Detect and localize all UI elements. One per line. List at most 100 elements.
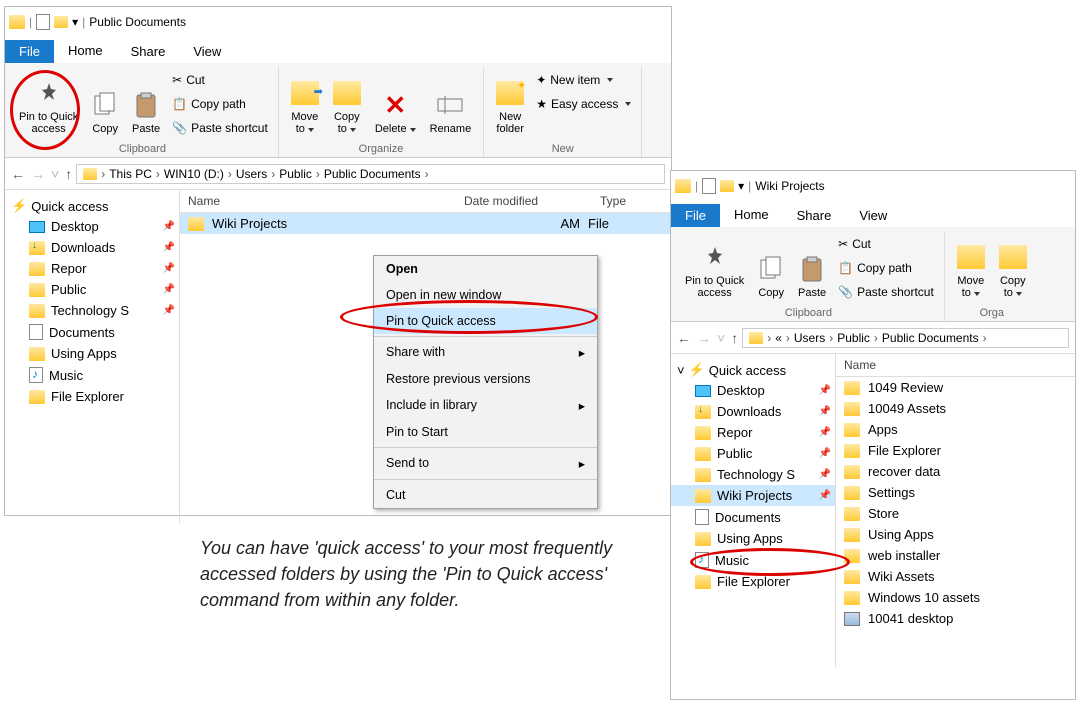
breadcrumb-segment[interactable]: Public Documents [324,167,421,181]
file-row[interactable]: web installer [836,545,1075,566]
menu-share[interactable]: Share [117,40,180,63]
folder-small-icon[interactable] [54,16,68,28]
paste-shortcut-button[interactable]: 📎Paste shortcut [168,117,272,139]
copy-to-button[interactable]: Copy to [327,67,367,139]
nav-item-downloads[interactable]: ↓Downloads📌 [671,401,835,422]
breadcrumb-segment[interactable]: Public [279,167,312,181]
menu-view[interactable]: View [845,204,901,227]
nav-item-repor[interactable]: Repor📌 [5,258,179,279]
address-bar[interactable]: › This PC › WIN10 (D:) › Users › Public … [76,164,665,184]
back-arrow-icon[interactable]: ← [11,166,25,182]
delete-button[interactable]: ✕Delete [369,67,422,139]
nav-item-repor[interactable]: Repor📌 [671,422,835,443]
nav-item-downloads[interactable]: ↓Downloads📌 [5,237,179,258]
breadcrumb-segment[interactable]: « [775,331,782,345]
nav-item-documents[interactable]: Documents [5,321,179,343]
file-row[interactable]: Wiki Projects AM File [180,213,671,234]
doc-icon[interactable] [36,14,50,30]
forward-arrow-icon[interactable]: → [31,166,45,182]
breadcrumb-segment[interactable]: Users [236,167,267,181]
paste-button[interactable]: Paste [126,67,166,139]
chevron-down-icon[interactable]: ˅ [677,363,685,378]
file-row[interactable]: recover data [836,461,1075,482]
breadcrumb-segment[interactable]: This PC [109,167,152,181]
cut-button[interactable]: ✂Cut [834,233,938,255]
pin-quick-access-button[interactable]: Pin to Quick access [13,67,84,139]
context-menu-item[interactable]: Pin to Quick access [374,308,597,334]
breadcrumb-segment[interactable]: Public Documents [882,331,979,345]
context-menu-item[interactable]: Restore previous versions [374,366,597,392]
copy-path-button[interactable]: 📋Copy path [834,257,938,279]
back-arrow-icon[interactable]: ← [677,330,691,346]
new-folder-button[interactable]: ✦New folder [490,67,530,139]
menu-home[interactable]: Home [54,39,117,63]
quick-dropdown-icon[interactable]: ▾ [738,179,744,193]
easy-access-button[interactable]: ★Easy access [532,93,635,115]
file-row[interactable]: 1049 Review [836,377,1075,398]
context-menu-item[interactable]: Share with▸ [374,339,597,366]
menu-file[interactable]: File [671,204,720,227]
nav-item-wiki-projects[interactable]: Wiki Projects📌 [671,485,835,506]
nav-item-technology-s[interactable]: Technology S📌 [5,300,179,321]
rename-button[interactable]: Rename [424,67,478,139]
move-to-button[interactable]: ➡Move to [285,67,325,139]
copy-to-button[interactable]: Copy to [993,231,1033,303]
file-row[interactable]: 10041 desktop [836,608,1075,629]
column-headers[interactable]: NameDate modifiedType [180,190,671,213]
breadcrumb-segment[interactable]: Public [837,331,870,345]
nav-item-using-apps[interactable]: Using Apps [5,343,179,364]
file-row[interactable]: Apps [836,419,1075,440]
folder-small-icon[interactable] [720,180,734,192]
forward-arrow-icon[interactable]: → [697,330,711,346]
quick-access-header[interactable]: ˅⚡Quick access [671,360,835,380]
breadcrumb-segment[interactable]: Users [794,331,825,345]
pin-quick-access-button[interactable]: Pin to Quick access [679,231,750,303]
copy-button[interactable]: Copy [86,67,124,139]
menu-home[interactable]: Home [720,203,783,227]
up-arrow-icon[interactable]: ↑ [65,166,72,182]
nav-item-music[interactable]: Music [671,549,835,571]
column-headers[interactable]: Name [836,354,1075,377]
context-menu-item[interactable]: Send to▸ [374,450,597,477]
nav-item-public[interactable]: Public📌 [671,443,835,464]
up-arrow-icon[interactable]: ↑ [731,330,738,346]
menu-file[interactable]: File [5,40,54,63]
context-menu-item[interactable]: Pin to Start [374,419,597,445]
paste-button[interactable]: Paste [792,231,832,303]
nav-item-file-explorer[interactable]: File Explorer [671,571,835,592]
nav-item-documents[interactable]: Documents [671,506,835,528]
cut-button[interactable]: ✂Cut [168,69,272,91]
menu-share[interactable]: Share [783,204,846,227]
context-menu-item[interactable]: Open [374,256,597,282]
nav-item-music[interactable]: Music [5,364,179,386]
file-row[interactable]: 10049 Assets [836,398,1075,419]
file-row[interactable]: Windows 10 assets [836,587,1075,608]
file-row[interactable]: File Explorer [836,440,1075,461]
paste-shortcut-button[interactable]: 📎Paste shortcut [834,281,938,303]
context-menu-item[interactable]: Open in new window [374,282,597,308]
nav-item-technology-s[interactable]: Technology S📌 [671,464,835,485]
quick-access-header[interactable]: ⚡Quick access [5,196,179,216]
nav-item-using-apps[interactable]: Using Apps [671,528,835,549]
copy-path-button[interactable]: 📋Copy path [168,93,272,115]
nav-item-file-explorer[interactable]: File Explorer [5,386,179,407]
nav-item-desktop[interactable]: Desktop📌 [671,380,835,401]
quick-dropdown-icon[interactable]: ▾ [72,15,78,29]
copy-button[interactable]: Copy [752,231,790,303]
nav-item-public[interactable]: Public📌 [5,279,179,300]
file-row[interactable]: Wiki Assets [836,566,1075,587]
file-row[interactable]: Store [836,503,1075,524]
new-item-button[interactable]: ✦New item [532,69,635,91]
history-dropdown-icon[interactable]: ˅ [51,166,59,182]
move-to-button[interactable]: Move to [951,231,991,303]
nav-item-desktop[interactable]: Desktop📌 [5,216,179,237]
context-menu-item[interactable]: Include in library▸ [374,392,597,419]
file-row[interactable]: Settings [836,482,1075,503]
history-dropdown-icon[interactable]: ˅ [717,330,725,346]
file-row[interactable]: Using Apps [836,524,1075,545]
context-menu-item[interactable]: Cut [374,482,597,508]
doc-icon[interactable] [702,178,716,194]
breadcrumb-segment[interactable]: WIN10 (D:) [164,167,224,181]
menu-view[interactable]: View [179,40,235,63]
address-bar[interactable]: › « › Users › Public › Public Documents … [742,328,1069,348]
